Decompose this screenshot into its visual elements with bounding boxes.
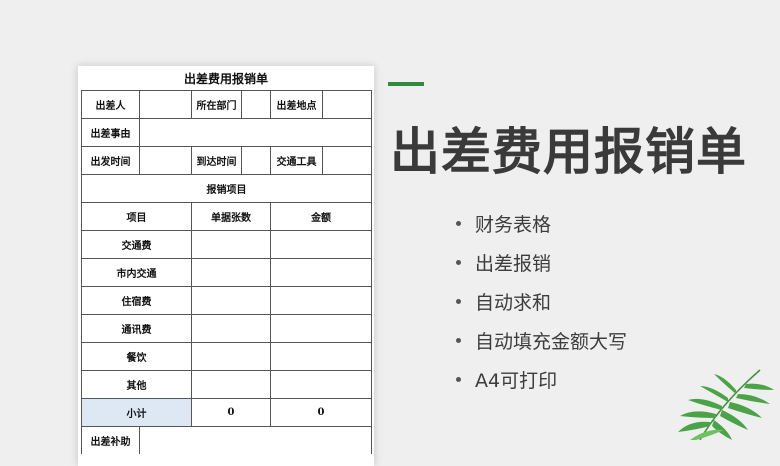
- amount-cell[interactable]: [270, 259, 372, 286]
- form-grid: 出差人 所在部门 出差地点 出差事由 出发时间 到达时间 交通工具 报销项目 项…: [81, 90, 372, 454]
- bullet-dot-icon: [456, 221, 461, 226]
- feature-label: A4可打印: [475, 370, 558, 392]
- table-row: 餐饮: [81, 342, 372, 370]
- item-label: 住宿费: [81, 287, 191, 314]
- department-label: 所在部门: [191, 91, 241, 118]
- traveler-value[interactable]: [139, 91, 191, 118]
- col-receipts-header: 单据张数: [191, 203, 270, 230]
- receipts-cell[interactable]: [191, 315, 270, 342]
- feature-label: 自动求和: [475, 292, 552, 314]
- amount-cell[interactable]: [270, 231, 372, 258]
- form-title: 出差费用报销单: [183, 72, 268, 86]
- spreadsheet-preview: 出差费用报销单 出差人 所在部门 出差地点 出差事由 出发时间 到达时间 交通工…: [78, 66, 374, 466]
- table-row: 交通费: [81, 230, 372, 258]
- amount-cell[interactable]: [270, 343, 372, 370]
- form-row-reason: 出差事由: [81, 118, 372, 146]
- feature-label: 出差报销: [475, 253, 552, 275]
- item-label: 通讯费: [81, 315, 191, 342]
- col-item-header: 项目: [81, 203, 191, 230]
- allowance-row: 出差补助: [81, 426, 372, 454]
- item-label: 市内交通: [81, 259, 191, 286]
- list-item: A4可打印: [456, 360, 627, 399]
- subtotal-row: 小计 0 0: [81, 398, 372, 426]
- reason-label: 出差事由: [81, 119, 139, 146]
- bullet-dot-icon: [456, 377, 461, 382]
- subtotal-receipts: 0: [191, 399, 270, 426]
- depart-time-value[interactable]: [139, 147, 191, 174]
- amount-cell[interactable]: [270, 371, 372, 398]
- arrive-time-label: 到达时间: [191, 147, 241, 174]
- table-header-row: 项目 单据张数 金额: [81, 202, 372, 230]
- list-item: 出差报销: [456, 243, 627, 282]
- transport-label: 交通工具: [270, 147, 322, 174]
- receipts-cell[interactable]: [191, 259, 270, 286]
- col-amount-header: 金额: [270, 203, 372, 230]
- subtotal-label[interactable]: 小计: [81, 399, 191, 426]
- form-row-traveler: 出差人 所在部门 出差地点: [81, 90, 372, 118]
- table-row: 住宿费: [81, 286, 372, 314]
- receipts-cell[interactable]: [191, 371, 270, 398]
- location-value[interactable]: [322, 91, 372, 118]
- form-row-times: 出发时间 到达时间 交通工具: [81, 146, 372, 174]
- item-label: 交通费: [81, 231, 191, 258]
- list-item: 自动求和: [456, 282, 627, 321]
- location-label: 出差地点: [270, 91, 322, 118]
- amount-cell[interactable]: [270, 287, 372, 314]
- table-row: 通讯费: [81, 314, 372, 342]
- reason-value[interactable]: [139, 119, 372, 146]
- allowance-value[interactable]: [139, 427, 372, 454]
- subtotal-amount: 0: [270, 399, 372, 426]
- form-row-section: 报销项目: [81, 174, 372, 202]
- list-item: 自动填充金额大写: [456, 321, 627, 360]
- bullet-dot-icon: [456, 299, 461, 304]
- traveler-label: 出差人: [81, 91, 139, 118]
- arrive-time-value[interactable]: [241, 147, 270, 174]
- item-label: 其他: [81, 371, 191, 398]
- promo-title: 出差费用报销单: [390, 123, 747, 181]
- table-row: 其他: [81, 370, 372, 398]
- accent-bar: [388, 82, 424, 86]
- allowance-label: 出差补助: [81, 427, 139, 454]
- bullet-dot-icon: [456, 338, 461, 343]
- feature-label: 财务表格: [475, 214, 552, 236]
- receipts-cell[interactable]: [191, 343, 270, 370]
- items-section-label: 报销项目: [81, 175, 372, 202]
- feature-list: 财务表格 出差报销 自动求和 自动填充金额大写 A4可打印: [456, 204, 627, 399]
- department-value[interactable]: [241, 91, 270, 118]
- table-row: 市内交通: [81, 258, 372, 286]
- item-label: 餐饮: [81, 343, 191, 370]
- feature-label: 自动填充金额大写: [475, 331, 628, 353]
- palm-leaf-icon: [678, 369, 774, 440]
- transport-value[interactable]: [322, 147, 372, 174]
- receipts-cell[interactable]: [191, 287, 270, 314]
- receipts-cell[interactable]: [191, 231, 270, 258]
- amount-cell[interactable]: [270, 315, 372, 342]
- list-item: 财务表格: [456, 204, 627, 243]
- depart-time-label: 出发时间: [81, 147, 139, 174]
- bullet-dot-icon: [456, 260, 461, 265]
